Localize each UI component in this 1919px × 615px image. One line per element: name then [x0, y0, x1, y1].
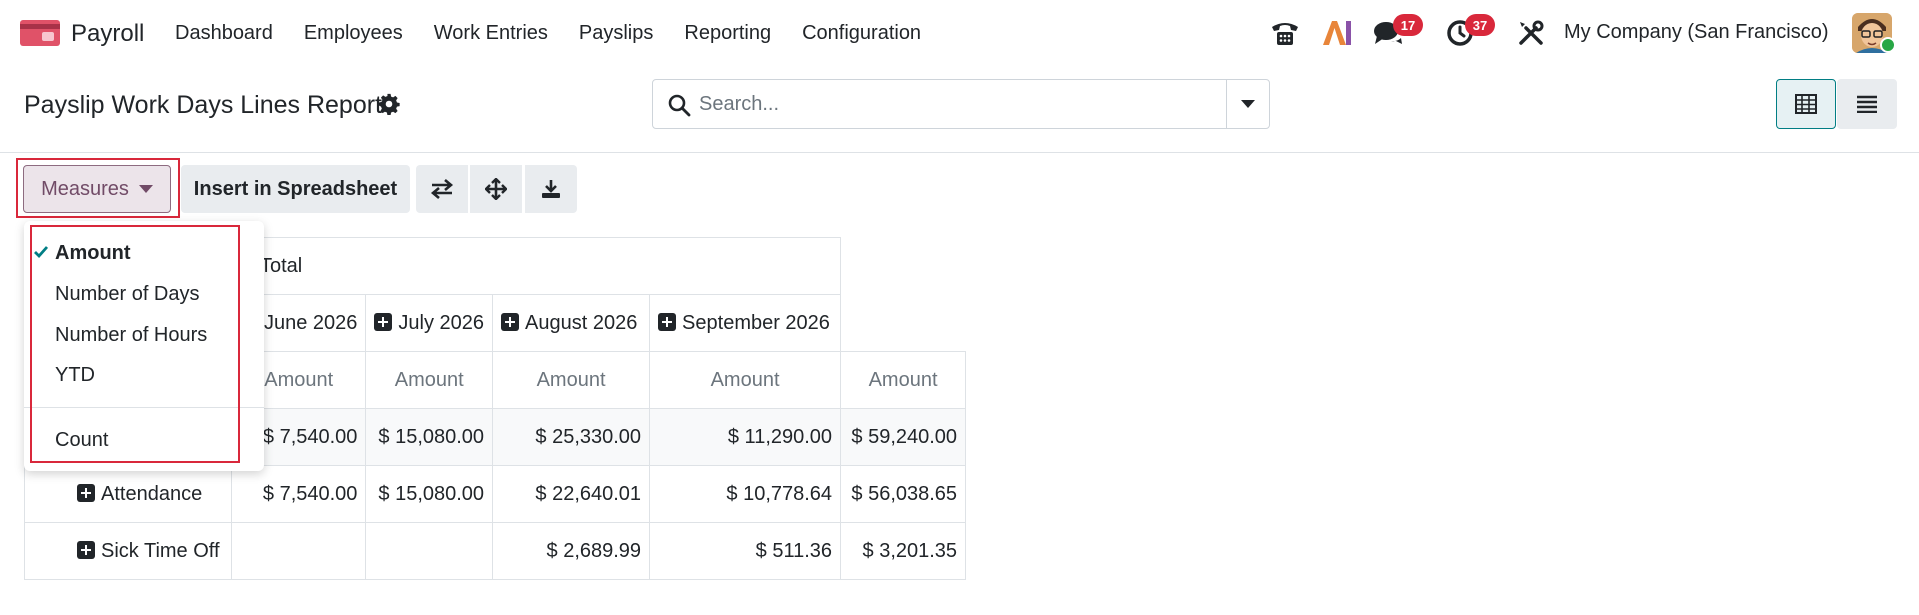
pivot-cell[interactable]: $ 15,080.00: [365, 465, 494, 523]
pivot-cell[interactable]: $ 59,240.00: [840, 408, 967, 466]
pivot-row-header[interactable]: Attendance: [24, 465, 232, 523]
measure-option-amount[interactable]: Amount: [34, 242, 131, 265]
list-view-button[interactable]: [1837, 79, 1897, 129]
app-name[interactable]: Payroll: [71, 20, 144, 48]
swap-arrows-icon: [430, 179, 454, 199]
list-icon: [1857, 95, 1877, 113]
pivot-cell[interactable]: [365, 522, 494, 580]
pivot-header-total[interactable]: Total: [230, 237, 842, 295]
menu-employees[interactable]: Employees: [304, 22, 403, 45]
pivot-row-header[interactable]: Sick Time Off: [24, 522, 232, 580]
pivot-cell[interactable]: $ 10,778.64: [649, 465, 842, 523]
pivot-col-header[interactable]: August 2026: [492, 294, 651, 352]
pivot-cell[interactable]: $ 22,640.01: [492, 465, 651, 523]
expand-plus-icon: [501, 312, 520, 331]
pivot-cell[interactable]: $ 25,330.00: [492, 408, 651, 466]
pivot-cell[interactable]: $ 7,540.00: [230, 465, 367, 523]
payroll-app-icon[interactable]: [20, 18, 60, 48]
pivot-col-header[interactable]: July 2026: [365, 294, 494, 352]
pivot-cell[interactable]: $ 56,038.65: [840, 465, 967, 523]
search-options-toggle[interactable]: [1226, 80, 1269, 128]
measure-header[interactable]: Amount: [840, 351, 967, 409]
insert-in-spreadsheet-button[interactable]: Insert in Spreadsheet: [181, 165, 410, 213]
tools-icon[interactable]: [1518, 20, 1544, 46]
expand-plus-icon: [77, 483, 95, 502]
measure-option-count[interactable]: Count: [55, 429, 108, 452]
measures-dropdown: Amount Number of Days Number of Hours YT…: [24, 221, 264, 471]
pivot-cell[interactable]: $ 2,689.99: [492, 522, 651, 580]
pivot-table-icon: [1795, 94, 1817, 114]
caret-down-icon: [138, 185, 153, 193]
pivot-cell[interactable]: $ 15,080.00: [365, 408, 494, 466]
menu-payslips[interactable]: Payslips: [579, 22, 653, 45]
expand-all-button[interactable]: [470, 165, 522, 213]
flip-axis-button[interactable]: [416, 165, 468, 213]
company-switcher[interactable]: My Company (San Francisco): [1564, 21, 1829, 44]
measure-option-ytd[interactable]: YTD: [55, 364, 95, 387]
ai-icon[interactable]: [1322, 20, 1352, 46]
move-arrows-icon: [485, 178, 507, 200]
download-icon: [542, 180, 560, 198]
search-icon: [668, 94, 691, 117]
measures-button[interactable]: Measures: [23, 165, 171, 213]
control-panel: Payslip Work Days Lines Report: [0, 66, 1919, 153]
pivot-view-button[interactable]: [1776, 79, 1836, 129]
measures-label: Measures: [41, 177, 129, 200]
pivot-total-header-label: Total: [260, 254, 303, 277]
pivot-cell[interactable]: $ 3,201.35: [840, 522, 967, 580]
pivot-empty-cell: [840, 237, 966, 295]
measure-header[interactable]: Amount: [492, 351, 651, 409]
check-icon: [34, 246, 49, 259]
menu-dashboard[interactable]: Dashboard: [175, 22, 273, 45]
chevron-down-icon: [1241, 100, 1255, 108]
table-row: Sick Time Off $ 2,689.99 $ 511.36 $ 3,20…: [24, 522, 967, 580]
menu-reporting[interactable]: Reporting: [684, 22, 771, 45]
measure-option-number-of-days[interactable]: Number of Days: [55, 283, 200, 306]
pivot-empty-cell: [840, 294, 966, 352]
measure-header[interactable]: Amount: [649, 351, 842, 409]
expand-plus-icon: [77, 540, 95, 559]
expand-plus-icon: [658, 312, 677, 331]
search-input[interactable]: [699, 88, 1199, 120]
download-button[interactable]: [525, 165, 577, 213]
expand-plus-icon: [374, 312, 393, 331]
messages-badge: 17: [1393, 14, 1423, 36]
dropdown-divider: [24, 407, 264, 408]
activities-badge: 37: [1465, 14, 1495, 36]
pivot-cell[interactable]: $ 11,290.00: [649, 408, 842, 466]
pivot-cell[interactable]: [230, 522, 367, 580]
gear-icon[interactable]: [378, 93, 400, 115]
pivot-cell[interactable]: $ 511.36: [649, 522, 842, 580]
menu-configuration[interactable]: Configuration: [802, 22, 921, 45]
table-row: Attendance $ 7,540.00 $ 15,080.00 $ 22,6…: [24, 465, 967, 523]
top-navbar: Payroll Dashboard Employees Work Entries…: [0, 0, 1919, 66]
pivot-col-header[interactable]: September 2026: [649, 294, 842, 352]
main-menu: Dashboard Employees Work Entries Payslip…: [175, 22, 952, 45]
online-status-dot: [1880, 37, 1896, 53]
page-title: Payslip Work Days Lines Report: [24, 91, 383, 119]
phone-icon[interactable]: [1270, 19, 1300, 47]
measure-header[interactable]: Amount: [365, 351, 494, 409]
menu-work-entries[interactable]: Work Entries: [434, 22, 548, 45]
search-bar: [652, 79, 1270, 129]
measure-option-number-of-hours[interactable]: Number of Hours: [55, 324, 207, 347]
